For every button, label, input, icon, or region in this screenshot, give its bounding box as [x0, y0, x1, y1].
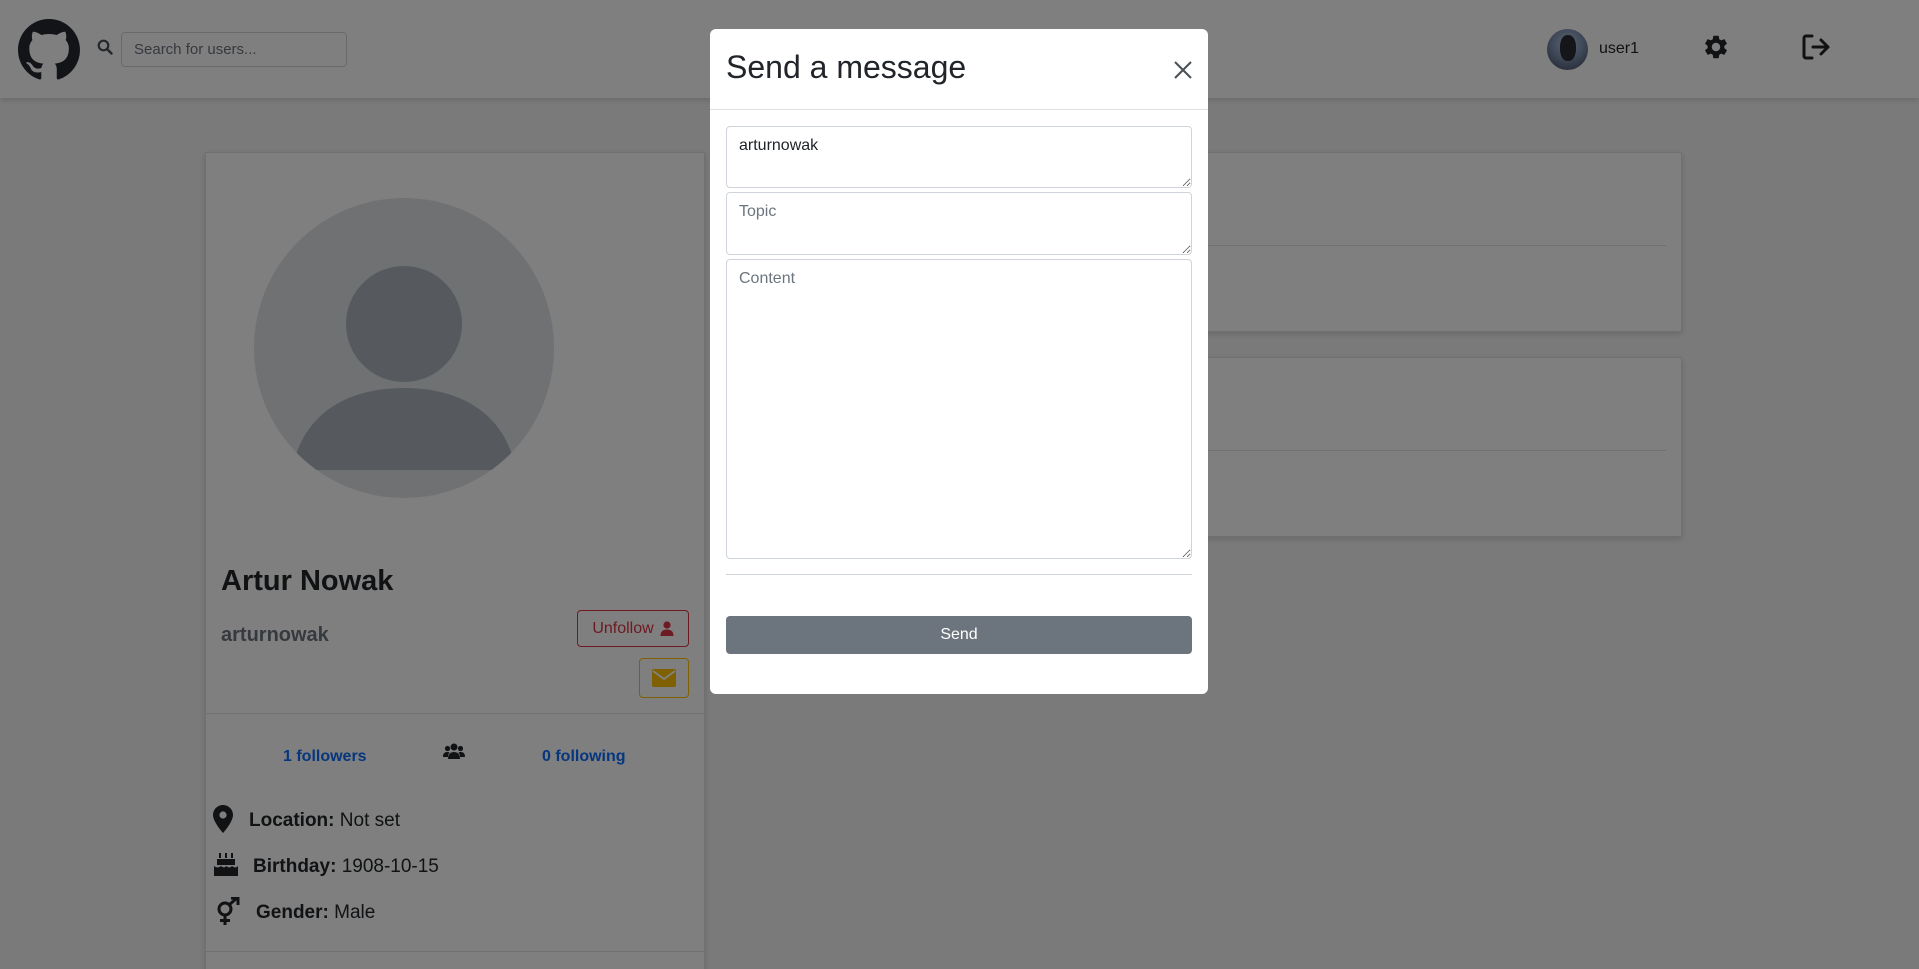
modal-title: Send a message: [726, 49, 967, 85]
modal-form-divider: [726, 574, 1192, 575]
send-message-modal: Send a message arturnowak Send: [710, 29, 1208, 694]
topic-field[interactable]: [726, 192, 1192, 255]
content-field[interactable]: [726, 259, 1192, 559]
close-icon: [1174, 61, 1192, 79]
recipient-field[interactable]: arturnowak: [726, 126, 1192, 188]
close-button[interactable]: [1170, 57, 1196, 83]
send-button[interactable]: Send: [726, 616, 1192, 654]
modal-header-divider: [710, 109, 1208, 110]
